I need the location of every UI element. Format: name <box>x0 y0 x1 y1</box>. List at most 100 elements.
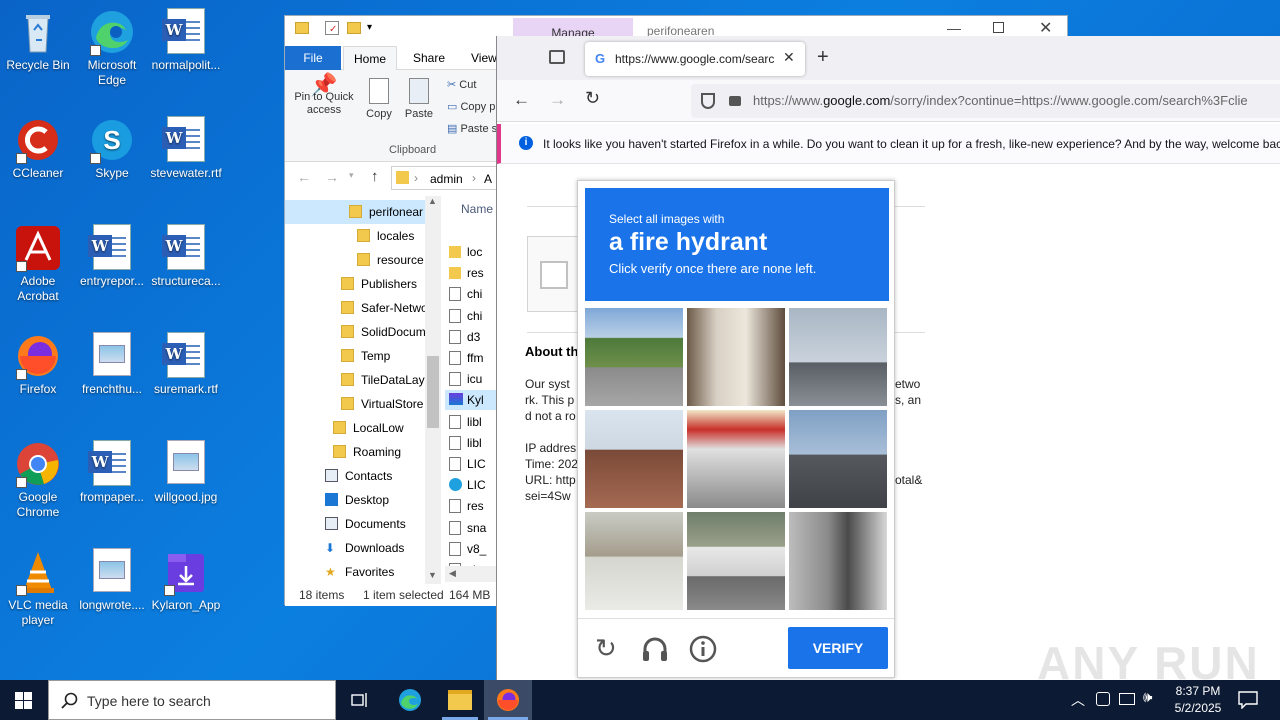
paste-shortcut-button[interactable]: ▤ Paste s <box>447 122 497 135</box>
desktop-icon-recycle-bin[interactable]: Recycle Bin <box>0 8 76 73</box>
new-tab-icon[interactable]: + <box>817 46 829 69</box>
column-header-name[interactable]: Name <box>461 202 493 216</box>
taskbar-explorer-button[interactable] <box>436 680 484 720</box>
tracking-shield-icon[interactable] <box>701 93 715 109</box>
breadcrumb-admin[interactable]: admin <box>430 172 463 186</box>
recent-dropdown-icon[interactable]: ▾ <box>349 170 354 181</box>
captcha-image-tile[interactable] <box>789 512 887 610</box>
volume-icon[interactable]: 🕪 <box>1143 689 1152 706</box>
tree-scrollbar[interactable]: ▲ ▼ <box>425 196 441 584</box>
desktop-icon-kylaron[interactable]: Kylaron_App <box>148 548 224 613</box>
network-icon[interactable] <box>1119 693 1135 705</box>
browser-tab[interactable]: G https://www.google.com/searc ✕ <box>585 42 805 76</box>
captcha-image-tile[interactable] <box>789 308 887 406</box>
taskbar-search-box[interactable]: Type here to search <box>48 680 336 720</box>
back-arrow-icon[interactable]: ← <box>513 90 530 110</box>
paste-button[interactable]: Paste <box>401 78 437 120</box>
tab-file[interactable]: File <box>285 46 341 70</box>
desktop-icon-vlc[interactable]: VLC media player <box>0 548 76 628</box>
captcha-image-tile[interactable] <box>585 410 683 508</box>
captcha-image-tile[interactable] <box>687 410 785 508</box>
file-row[interactable]: icu <box>445 369 497 389</box>
copy-path-button[interactable]: ▭ Copy p <box>447 100 495 113</box>
tree-item[interactable]: resource <box>285 248 441 272</box>
scroll-up-icon[interactable]: ▲ <box>428 196 437 206</box>
file-list-hscrollbar[interactable]: ◀ <box>445 566 497 582</box>
properties-icon[interactable]: ✓ <box>325 21 339 35</box>
tree-item[interactable]: Roaming <box>285 440 441 464</box>
desktop-icon-frompaper[interactable]: W frompaper... <box>74 440 150 505</box>
tree-item[interactable]: LocalLow <box>285 416 441 440</box>
file-row[interactable]: LIC <box>445 475 497 495</box>
desktop-icon-willgood[interactable]: willgood.jpg <box>148 440 224 505</box>
task-view-button[interactable] <box>336 680 384 720</box>
captcha-image-tile[interactable] <box>789 410 887 508</box>
scroll-thumb[interactable] <box>427 356 439 428</box>
captcha-image-tile[interactable] <box>687 308 785 406</box>
tree-item[interactable]: SolidDocum <box>285 320 441 344</box>
show-hidden-icons-chevron-icon[interactable]: ︿ <box>1071 690 1085 710</box>
clock[interactable]: 8:37 PM 5/2/2025 <box>1166 683 1230 717</box>
captcha-image-tile[interactable] <box>687 512 785 610</box>
tab-share[interactable]: Share <box>413 51 445 65</box>
pin-quick-access-button[interactable]: 📌 Pin to Quick access <box>289 74 359 117</box>
tree-item[interactable]: TileDataLay <box>285 368 441 392</box>
lock-icon[interactable] <box>729 96 741 106</box>
desktop-icon-frenchthu[interactable]: frenchthu... <box>74 332 150 397</box>
desktop-icon-edge[interactable]: Microsoft Edge <box>74 8 150 88</box>
desktop-icon-normalpolit[interactable]: W normalpolit... <box>148 8 224 73</box>
tree-item[interactable]: VirtualStore <box>285 392 441 416</box>
file-row[interactable]: res <box>445 496 497 516</box>
file-row[interactable]: Kyl <box>445 390 497 411</box>
up-arrow-icon[interactable]: ↑ <box>371 168 379 185</box>
tab-home[interactable]: Home <box>343 46 397 71</box>
file-row[interactable]: loc <box>445 242 497 262</box>
file-row[interactable]: libl <box>445 433 497 453</box>
forward-arrow-icon[interactable]: → <box>325 169 339 185</box>
close-tab-icon[interactable]: ✕ <box>783 49 795 66</box>
desktop-icon-suremark[interactable]: W suremark.rtf <box>148 332 224 397</box>
desktop-icon-stevewater[interactable]: W stevewater.rtf <box>148 116 224 181</box>
close-icon[interactable]: ✕ <box>1039 18 1052 38</box>
device-icon[interactable] <box>1096 692 1110 706</box>
desktop-icon-chrome[interactable]: Google Chrome <box>0 440 76 520</box>
captcha-image-tile[interactable] <box>585 512 683 610</box>
audio-challenge-icon[interactable] <box>640 635 670 663</box>
tree-item[interactable]: ⬇ Downloads <box>285 536 441 560</box>
tree-item[interactable]: Publishers <box>285 272 441 296</box>
file-row[interactable]: res <box>445 263 497 283</box>
tree-item[interactable]: Contacts <box>285 464 441 488</box>
notifications-icon[interactable] <box>1238 691 1258 709</box>
desktop-icon-longwrote[interactable]: longwrote.... <box>74 548 150 613</box>
scroll-down-icon[interactable]: ▼ <box>428 570 437 580</box>
forward-arrow-icon[interactable]: → <box>549 90 566 110</box>
quick-access-dropdown-icon[interactable]: ▾ <box>367 22 372 33</box>
tree-item[interactable]: locales <box>285 224 441 248</box>
cut-button[interactable]: ✂ Cut <box>447 78 476 91</box>
desktop-icon-structureca[interactable]: W structureca... <box>148 224 224 289</box>
tree-item[interactable]: Documents <box>285 512 441 536</box>
tree-item[interactable]: perifonear <box>285 200 441 224</box>
file-row[interactable]: chi <box>445 306 497 326</box>
url-bar[interactable]: https://www.google.com/sorry/index?conti… <box>691 84 1280 118</box>
maximize-icon[interactable] <box>993 22 1004 33</box>
taskbar-firefox-button[interactable] <box>484 680 532 720</box>
copy-button[interactable]: Copy <box>361 78 397 120</box>
minimize-icon[interactable]: — <box>947 20 961 36</box>
taskbar-edge-button[interactable] <box>386 680 434 720</box>
file-row[interactable]: ffm <box>445 348 497 368</box>
file-row[interactable]: LIC <box>445 454 497 474</box>
address-bar[interactable]: › admin › A <box>391 166 501 190</box>
desktop-icon-ccleaner[interactable]: CCleaner <box>0 116 76 181</box>
desktop-icon-firefox[interactable]: Firefox <box>0 332 76 397</box>
file-row[interactable]: d3 <box>445 327 497 347</box>
firefox-view-icon[interactable] <box>549 50 565 64</box>
file-row[interactable]: sna <box>445 518 497 538</box>
desktop-icon-entryrepor[interactable]: W entryrepor... <box>74 224 150 289</box>
scroll-left-icon[interactable]: ◀ <box>449 568 456 579</box>
info-icon[interactable] <box>689 635 717 663</box>
tree-item[interactable]: Desktop <box>285 488 441 512</box>
back-arrow-icon[interactable]: ← <box>297 169 311 185</box>
desktop-icon-skype[interactable]: S Skype <box>74 116 150 181</box>
tree-item[interactable]: ★ Favorites <box>285 560 441 584</box>
